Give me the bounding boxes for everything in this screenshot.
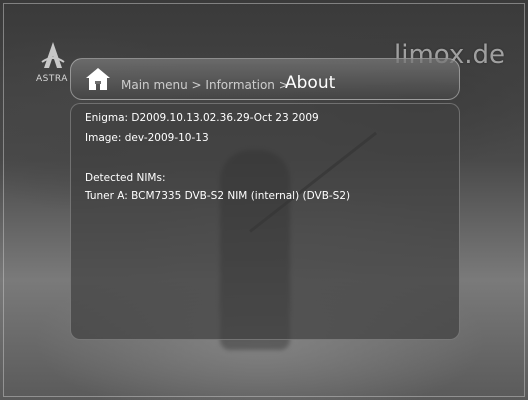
page-title: About [285,73,336,93]
info-panel: Enigma: D2009.10.13.02.36.29-Oct 23 2009… [70,103,460,340]
image-version: Image: dev-2009-10-13 [85,132,209,144]
header-bar: Main menu > Information > About [70,58,460,100]
detected-nims-heading: Detected NIMs: [85,172,166,184]
enigma-version: Enigma: D2009.10.13.02.36.29-Oct 23 2009 [85,112,319,124]
home-icon [86,68,110,90]
breadcrumb: Main menu > Information > [121,78,289,92]
tuner-a-info: Tuner A: BCM7335 DVB-S2 NIM (internal) (… [85,190,351,202]
astra-logo-text: ASTRA [36,74,68,84]
